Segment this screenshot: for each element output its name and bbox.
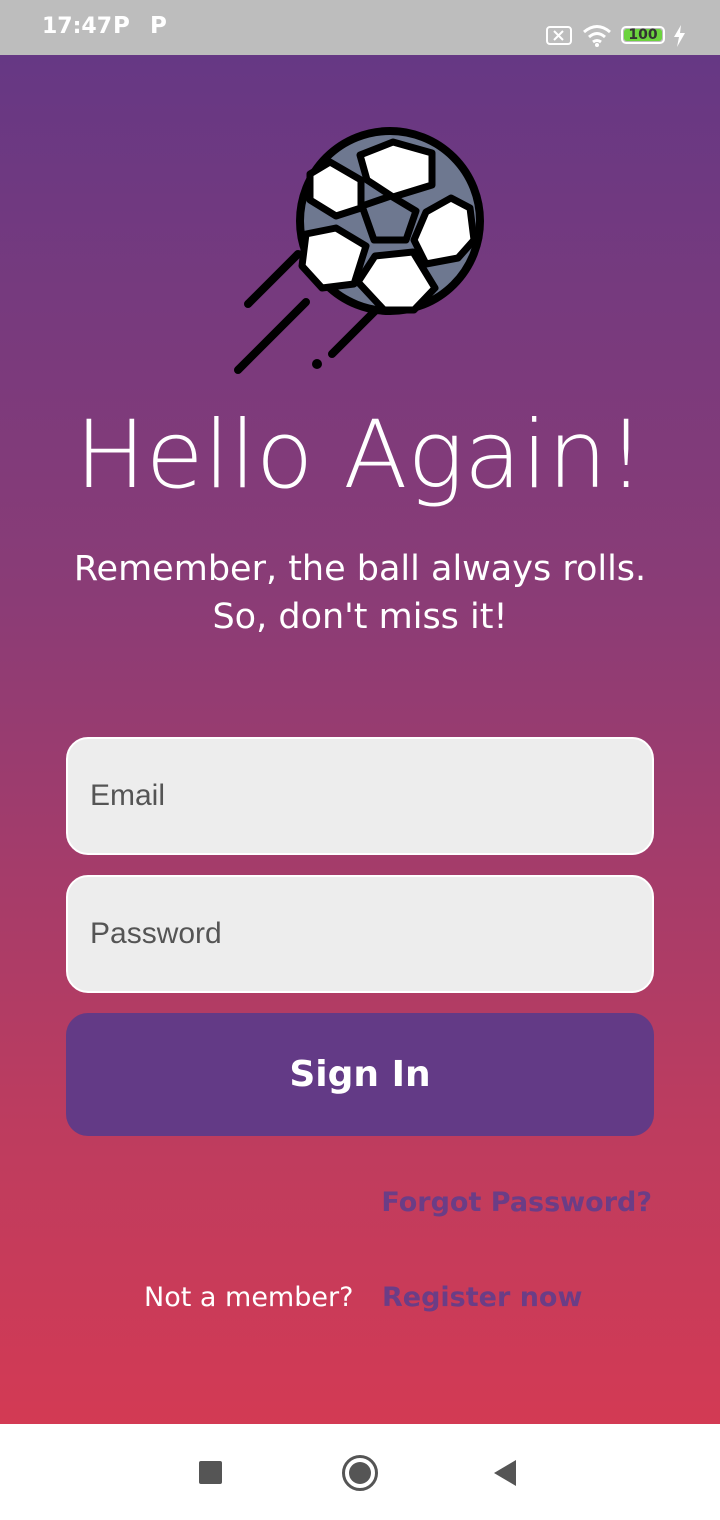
email-input[interactable] [68,739,652,853]
status-bar: 17:47 P P 100 [0,0,720,55]
back-icon[interactable] [494,1460,516,1486]
sim-off-icon [546,26,572,45]
login-screen: Hello Again! Remember, the ball always r… [0,55,720,1424]
subtitle-line: So, don't miss it! [212,597,508,637]
soccer-ball-icon [234,127,484,374]
register-now-link[interactable]: Register now [382,1282,582,1313]
email-field[interactable] [66,737,654,855]
home-icon[interactable] [342,1455,378,1491]
recents-icon[interactable] [199,1461,222,1484]
charging-bolt-icon [674,25,685,47]
not-member-text: Not a member? [144,1282,354,1313]
battery-level: 100 [628,27,658,43]
forgot-password-link[interactable]: Forgot Password? [381,1187,652,1218]
password-input[interactable] [68,877,652,991]
page-subtitle: Remember, the ball always rolls. So, don… [0,545,720,641]
sign-in-button[interactable]: Sign In [66,1013,654,1136]
parking-icon: P [150,13,167,39]
parking-icon: P [113,13,130,39]
status-time: 17:47 [42,14,113,39]
navigation-bar [0,1424,720,1520]
password-field[interactable] [66,875,654,993]
wifi-icon [583,25,611,47]
page-title: Hello Again! [75,401,645,510]
battery-icon: 100 [621,26,665,44]
subtitle-line: Remember, the ball always rolls. [73,549,647,589]
